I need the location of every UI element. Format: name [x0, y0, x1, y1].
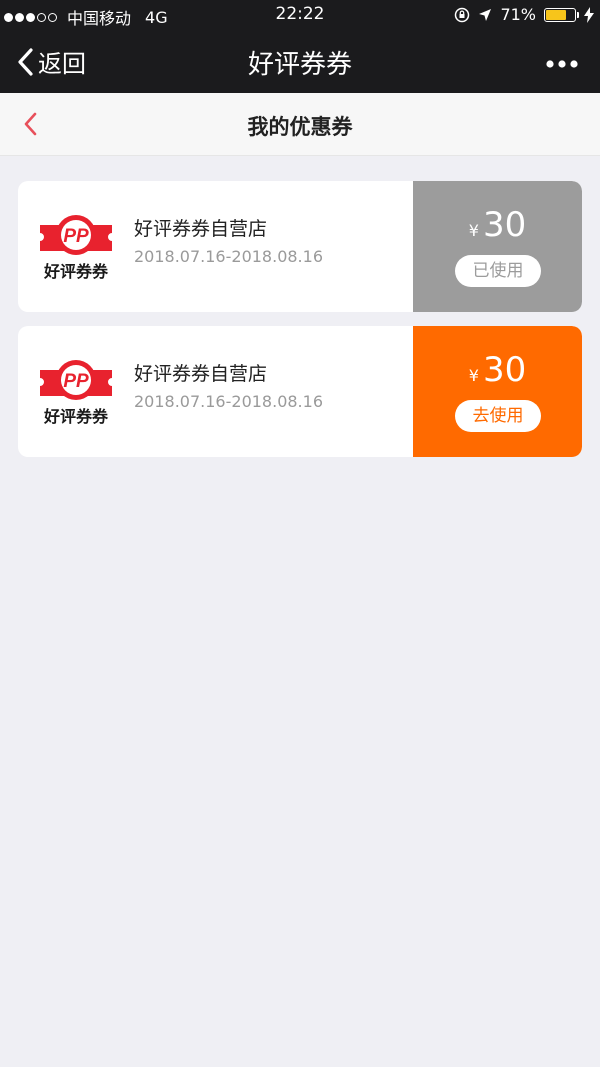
coupon-card: PP 好评券券 好评券券自营店 2018.07.16-2018.08.16 ¥3…	[18, 181, 582, 312]
back-label: 返回	[38, 50, 86, 78]
rotation-lock-icon	[455, 7, 470, 22]
battery-percent: 71%	[500, 5, 536, 24]
validity-dates: 2018.07.16-2018.08.16	[134, 247, 323, 266]
sub-header: 我的优惠券	[0, 93, 600, 156]
validity-dates: 2018.07.16-2018.08.16	[134, 392, 323, 411]
amount-value: 30	[482, 350, 527, 390]
svg-text:PP: PP	[63, 226, 89, 247]
more-dots-icon	[546, 60, 578, 68]
sub-header-title: 我的优惠券	[247, 115, 353, 139]
currency-symbol: ¥	[468, 366, 479, 385]
svg-text:好评券券: 好评券券	[43, 407, 109, 426]
nav-bar: 返回 好评券券	[0, 30, 600, 93]
use-coupon-button[interactable]: 去使用	[455, 400, 541, 432]
battery-fill	[546, 9, 566, 20]
status-right: 71%	[446, 5, 594, 24]
used-status-button[interactable]: 已使用	[455, 255, 541, 287]
coupon-value-panel: ¥30 去使用	[413, 326, 582, 457]
more-button[interactable]	[546, 54, 578, 73]
lightning-icon	[584, 6, 594, 23]
location-arrow-icon	[479, 8, 492, 21]
currency-symbol: ¥	[468, 221, 479, 240]
battery-icon	[544, 7, 579, 22]
status-bar: 中国移动 4G 22:22 71%	[0, 0, 600, 30]
brand-logo: PP 好评券券	[40, 215, 112, 281]
svg-text:好评券券: 好评券券	[43, 262, 109, 281]
store-name: 好评券券自营店	[134, 218, 268, 240]
chevron-left-icon	[18, 47, 33, 76]
coupon-card: PP 好评券券 好评券券自营店 2018.07.16-2018.08.16 ¥3…	[18, 326, 582, 457]
page-title: 好评券券	[247, 50, 352, 80]
store-name: 好评券券自营店	[134, 363, 268, 385]
brand-logo: PP 好评券券	[40, 360, 112, 426]
amount-value: 30	[482, 205, 527, 245]
coupon-amount: ¥30	[413, 205, 582, 245]
coupon-amount: ¥30	[413, 350, 582, 390]
coupon-value-panel: ¥30 已使用	[413, 181, 582, 312]
back-button[interactable]: 返回	[16, 44, 86, 79]
svg-text:PP: PP	[63, 371, 89, 392]
